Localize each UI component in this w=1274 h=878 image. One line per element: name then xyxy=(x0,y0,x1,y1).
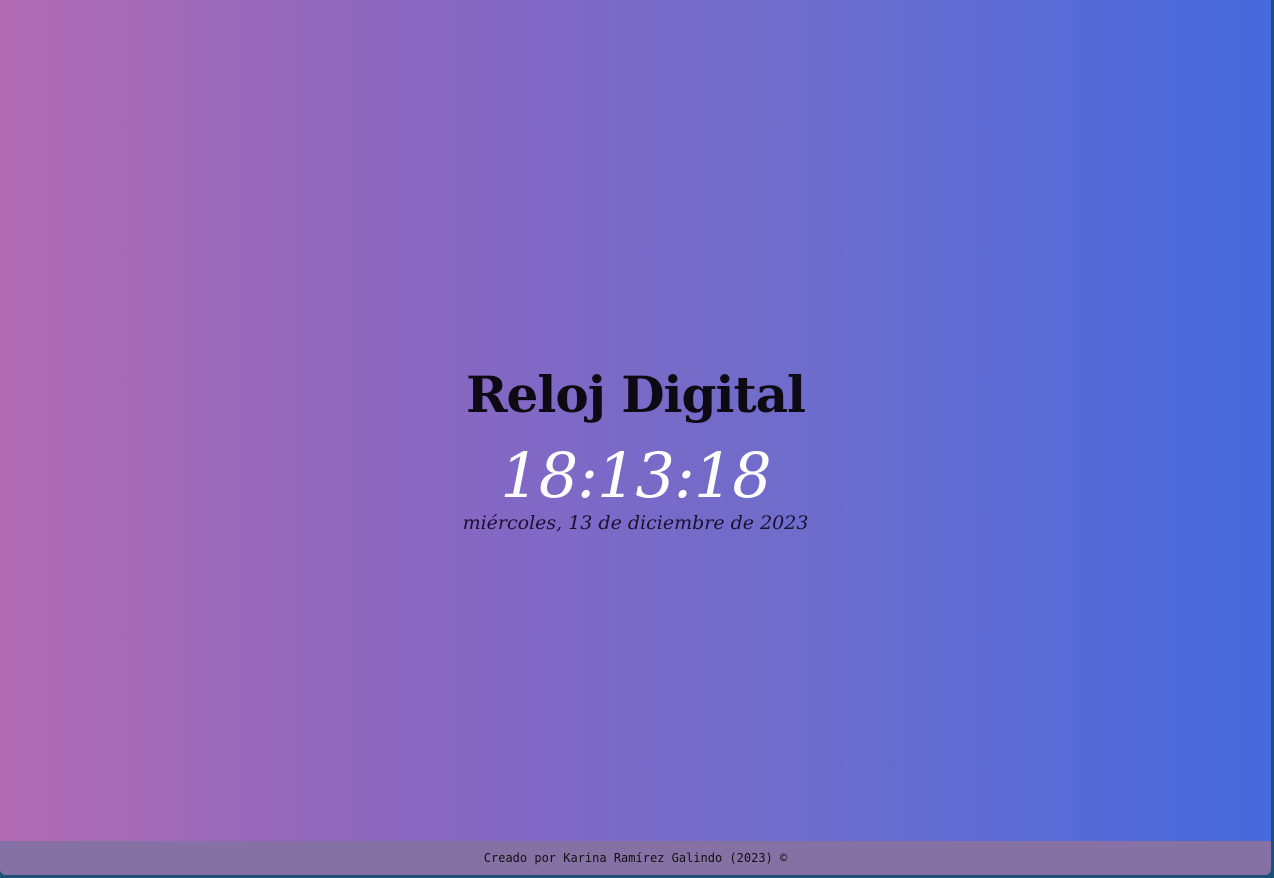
clock-page: Reloj Digital 18:13:18 miércoles, 13 de … xyxy=(0,0,1271,875)
page-title: Reloj Digital xyxy=(465,365,806,424)
clock-time: 18:13:18 xyxy=(500,439,771,512)
clock-date: miércoles, 13 de diciembre de 2023 xyxy=(462,512,809,534)
footer: Creado por Karina Ramírez Galindo (2023)… xyxy=(0,841,1271,875)
clock-container: Reloj Digital 18:13:18 miércoles, 13 de … xyxy=(0,360,1271,536)
footer-credit: Creado por Karina Ramírez Galindo (2023)… xyxy=(483,851,788,865)
